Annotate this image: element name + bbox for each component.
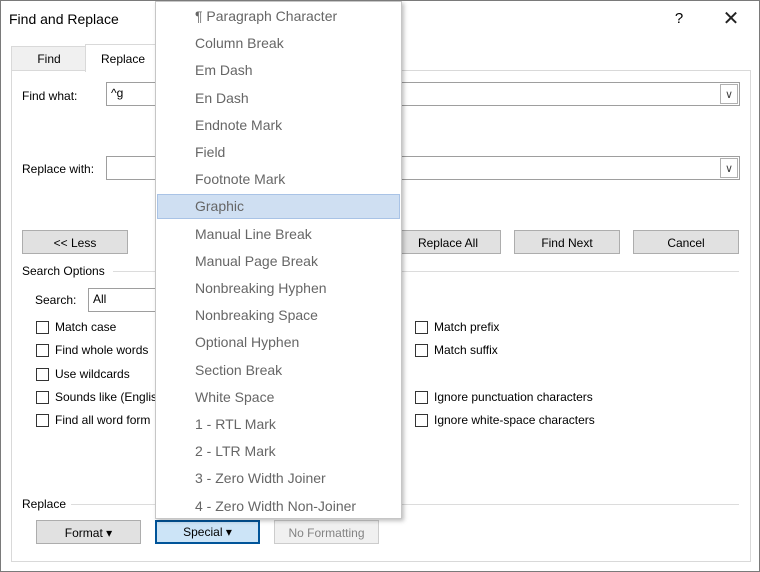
special-menu-item[interactable]: Optional Hyphen — [157, 330, 400, 355]
checkbox-box[interactable] — [36, 413, 49, 427]
match-prefix-checkbox[interactable]: Match prefix — [415, 320, 499, 334]
ignore-punctuation-label: Ignore punctuation characters — [434, 390, 593, 404]
ignore-punctuation-checkbox[interactable]: Ignore punctuation characters — [415, 390, 593, 404]
checkbox-box[interactable] — [415, 413, 428, 427]
checkbox-box[interactable] — [36, 367, 49, 381]
checkbox-box[interactable] — [36, 343, 49, 357]
whole-words-checkbox[interactable]: Find whole words — [36, 343, 148, 357]
ignore-whitespace-label: Ignore white-space characters — [434, 413, 595, 427]
search-direction-select[interactable]: All — [88, 288, 160, 312]
checkbox-box[interactable] — [415, 320, 428, 334]
format-button[interactable]: Format ▾ — [36, 520, 141, 544]
caret-down-icon: ▾ — [225, 525, 232, 539]
tab-find[interactable]: Find — [11, 46, 87, 71]
match-prefix-label: Match prefix — [434, 320, 500, 334]
special-menu-item[interactable]: 2 - LTR Mark — [157, 439, 400, 464]
search-options-heading: Search Options — [22, 264, 105, 278]
special-menu-item[interactable]: Column Break — [157, 31, 400, 56]
special-menu-item[interactable]: Nonbreaking Hyphen — [157, 276, 400, 301]
replace-with-label: Replace with: — [22, 162, 95, 176]
special-menu-item[interactable]: 4 - Zero Width Non-Joiner — [157, 494, 400, 518]
special-menu-item[interactable]: 3 - Zero Width Joiner — [157, 466, 400, 491]
checkbox-box[interactable] — [36, 390, 49, 404]
chevron-down-icon[interactable]: ∨ — [720, 84, 738, 104]
match-case-label: Match case — [55, 320, 117, 334]
tab-replace[interactable]: Replace — [85, 44, 161, 72]
help-button[interactable]: ? — [664, 7, 694, 31]
special-menu-item[interactable]: Footnote Mark — [157, 167, 400, 192]
whole-words-label: Find whole words — [55, 343, 149, 357]
find-replace-dialog: Find and Replace ? ✕ Find Replace Find w… — [0, 0, 760, 572]
find-what-value: ^g — [111, 86, 124, 100]
special-menu-item[interactable]: Field — [157, 140, 400, 165]
wildcards-checkbox[interactable]: Use wildcards — [36, 367, 130, 381]
special-menu: ¶ Paragraph Character Column Break Em Dash… — [155, 1, 402, 519]
tab-replace-label: Replace — [100, 52, 146, 66]
match-case-checkbox[interactable]: Match case — [36, 320, 116, 334]
special-menu-item[interactable]: En Dash — [157, 86, 400, 111]
word-forms-label: Find all word form — [55, 413, 151, 427]
find-next-button[interactable]: Find Next — [514, 230, 620, 254]
special-menu-item[interactable]: Manual Page Break — [157, 249, 400, 274]
dialog-title: Find and Replace — [9, 11, 119, 27]
match-suffix-label: Match suffix — [434, 343, 498, 357]
replace-section-heading: Replace — [22, 497, 67, 511]
special-menu-item[interactable]: Graphic — [157, 194, 400, 220]
word-forms-checkbox[interactable]: Find all word form — [36, 413, 150, 427]
special-menu-item[interactable]: Endnote Mark — [157, 113, 400, 138]
special-menu-item[interactable]: Section Break — [157, 358, 400, 383]
special-menu-item[interactable]: 1 - RTL Mark — [157, 412, 400, 437]
find-what-label: Find what: — [22, 89, 78, 103]
wildcards-label: Use wildcards — [55, 367, 130, 381]
caret-down-icon: ▾ — [106, 526, 113, 540]
ignore-whitespace-checkbox[interactable]: Ignore white-space characters — [415, 413, 595, 427]
sounds-like-label: Sounds like (English — [55, 390, 164, 404]
special-button[interactable]: Special ▾ — [155, 520, 260, 544]
less-button[interactable]: << Less — [22, 230, 128, 254]
chevron-down-icon[interactable]: ∨ — [720, 158, 738, 178]
special-menu-item[interactable]: Manual Line Break — [157, 222, 400, 247]
checkbox-box[interactable] — [415, 390, 428, 404]
search-direction-value: All — [93, 292, 107, 306]
special-menu-item[interactable]: White Space — [157, 385, 400, 410]
format-button-label: Format — [64, 526, 103, 540]
search-direction-label: Search: — [35, 293, 77, 307]
no-formatting-button[interactable]: No Formatting — [274, 520, 379, 544]
sounds-like-checkbox[interactable]: Sounds like (English — [36, 390, 164, 404]
close-button[interactable]: ✕ — [716, 7, 746, 31]
checkbox-box[interactable] — [36, 320, 49, 334]
tab-find-label: Find — [37, 52, 61, 66]
cancel-button[interactable]: Cancel — [633, 230, 739, 254]
special-menu-item[interactable]: Nonbreaking Space — [157, 303, 400, 328]
special-menu-item[interactable]: Em Dash — [157, 58, 400, 83]
replace-all-button[interactable]: Replace All — [395, 230, 501, 254]
special-button-label: Special — [183, 525, 223, 539]
special-menu-item[interactable]: ¶ Paragraph Character — [157, 4, 400, 29]
checkbox-box[interactable] — [415, 343, 428, 357]
match-suffix-checkbox[interactable]: Match suffix — [415, 343, 498, 357]
